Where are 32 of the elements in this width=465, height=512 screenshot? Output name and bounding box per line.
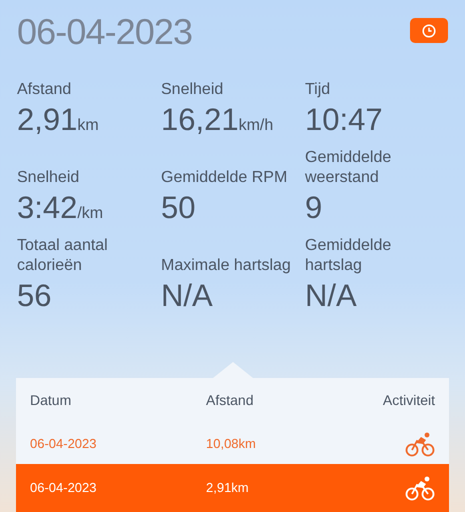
column-header: Activiteit (382, 391, 435, 410)
history-row[interactable]: 06-04-2023 2,91km (16, 464, 449, 512)
stat-value: 16,21km/h (161, 101, 274, 139)
stat-value: 9 (305, 189, 324, 227)
history-row[interactable]: 06-04-2023 10,08km (16, 423, 449, 464)
bicycle-icon (405, 475, 435, 501)
stat-value: 3:42/km (17, 189, 104, 227)
stat-value: 50 (161, 189, 196, 227)
bicycle-icon (405, 430, 435, 456)
stat-label: Totaal aantal calorieën (17, 236, 109, 276)
date-cell-text: 06-04-2023 (30, 479, 98, 498)
stat-label: Snelheid (17, 168, 80, 188)
date-title: 06-04-2023 (17, 10, 192, 54)
stat-label: Afstand (17, 80, 72, 100)
clock-icon (422, 24, 436, 38)
clock-button[interactable] (410, 18, 448, 43)
stat-value: 10:47 (305, 101, 384, 139)
stat-label: Gemiddelde weerstand (305, 148, 392, 188)
stat-label: Snelheid (161, 80, 224, 100)
stat-label: Maximale hartslag (161, 256, 291, 276)
stat-label: Gemiddelde RPM (161, 168, 288, 188)
stat-value: N/A (161, 277, 214, 315)
stat-value: 56 (17, 277, 52, 315)
stat-label: Tijd (305, 80, 332, 100)
stat-label: Gemiddelde hartslag (305, 236, 392, 276)
column-header: Afstand (206, 391, 254, 410)
distance-cell-text: 2,91km (206, 479, 250, 498)
date-cell-text: 06-04-2023 (30, 434, 98, 453)
column-header: Datum (30, 391, 72, 410)
stat-value: N/A (305, 277, 358, 315)
stat-value: 2,91km (17, 101, 100, 139)
distance-cell-text: 10,08km (206, 434, 257, 453)
